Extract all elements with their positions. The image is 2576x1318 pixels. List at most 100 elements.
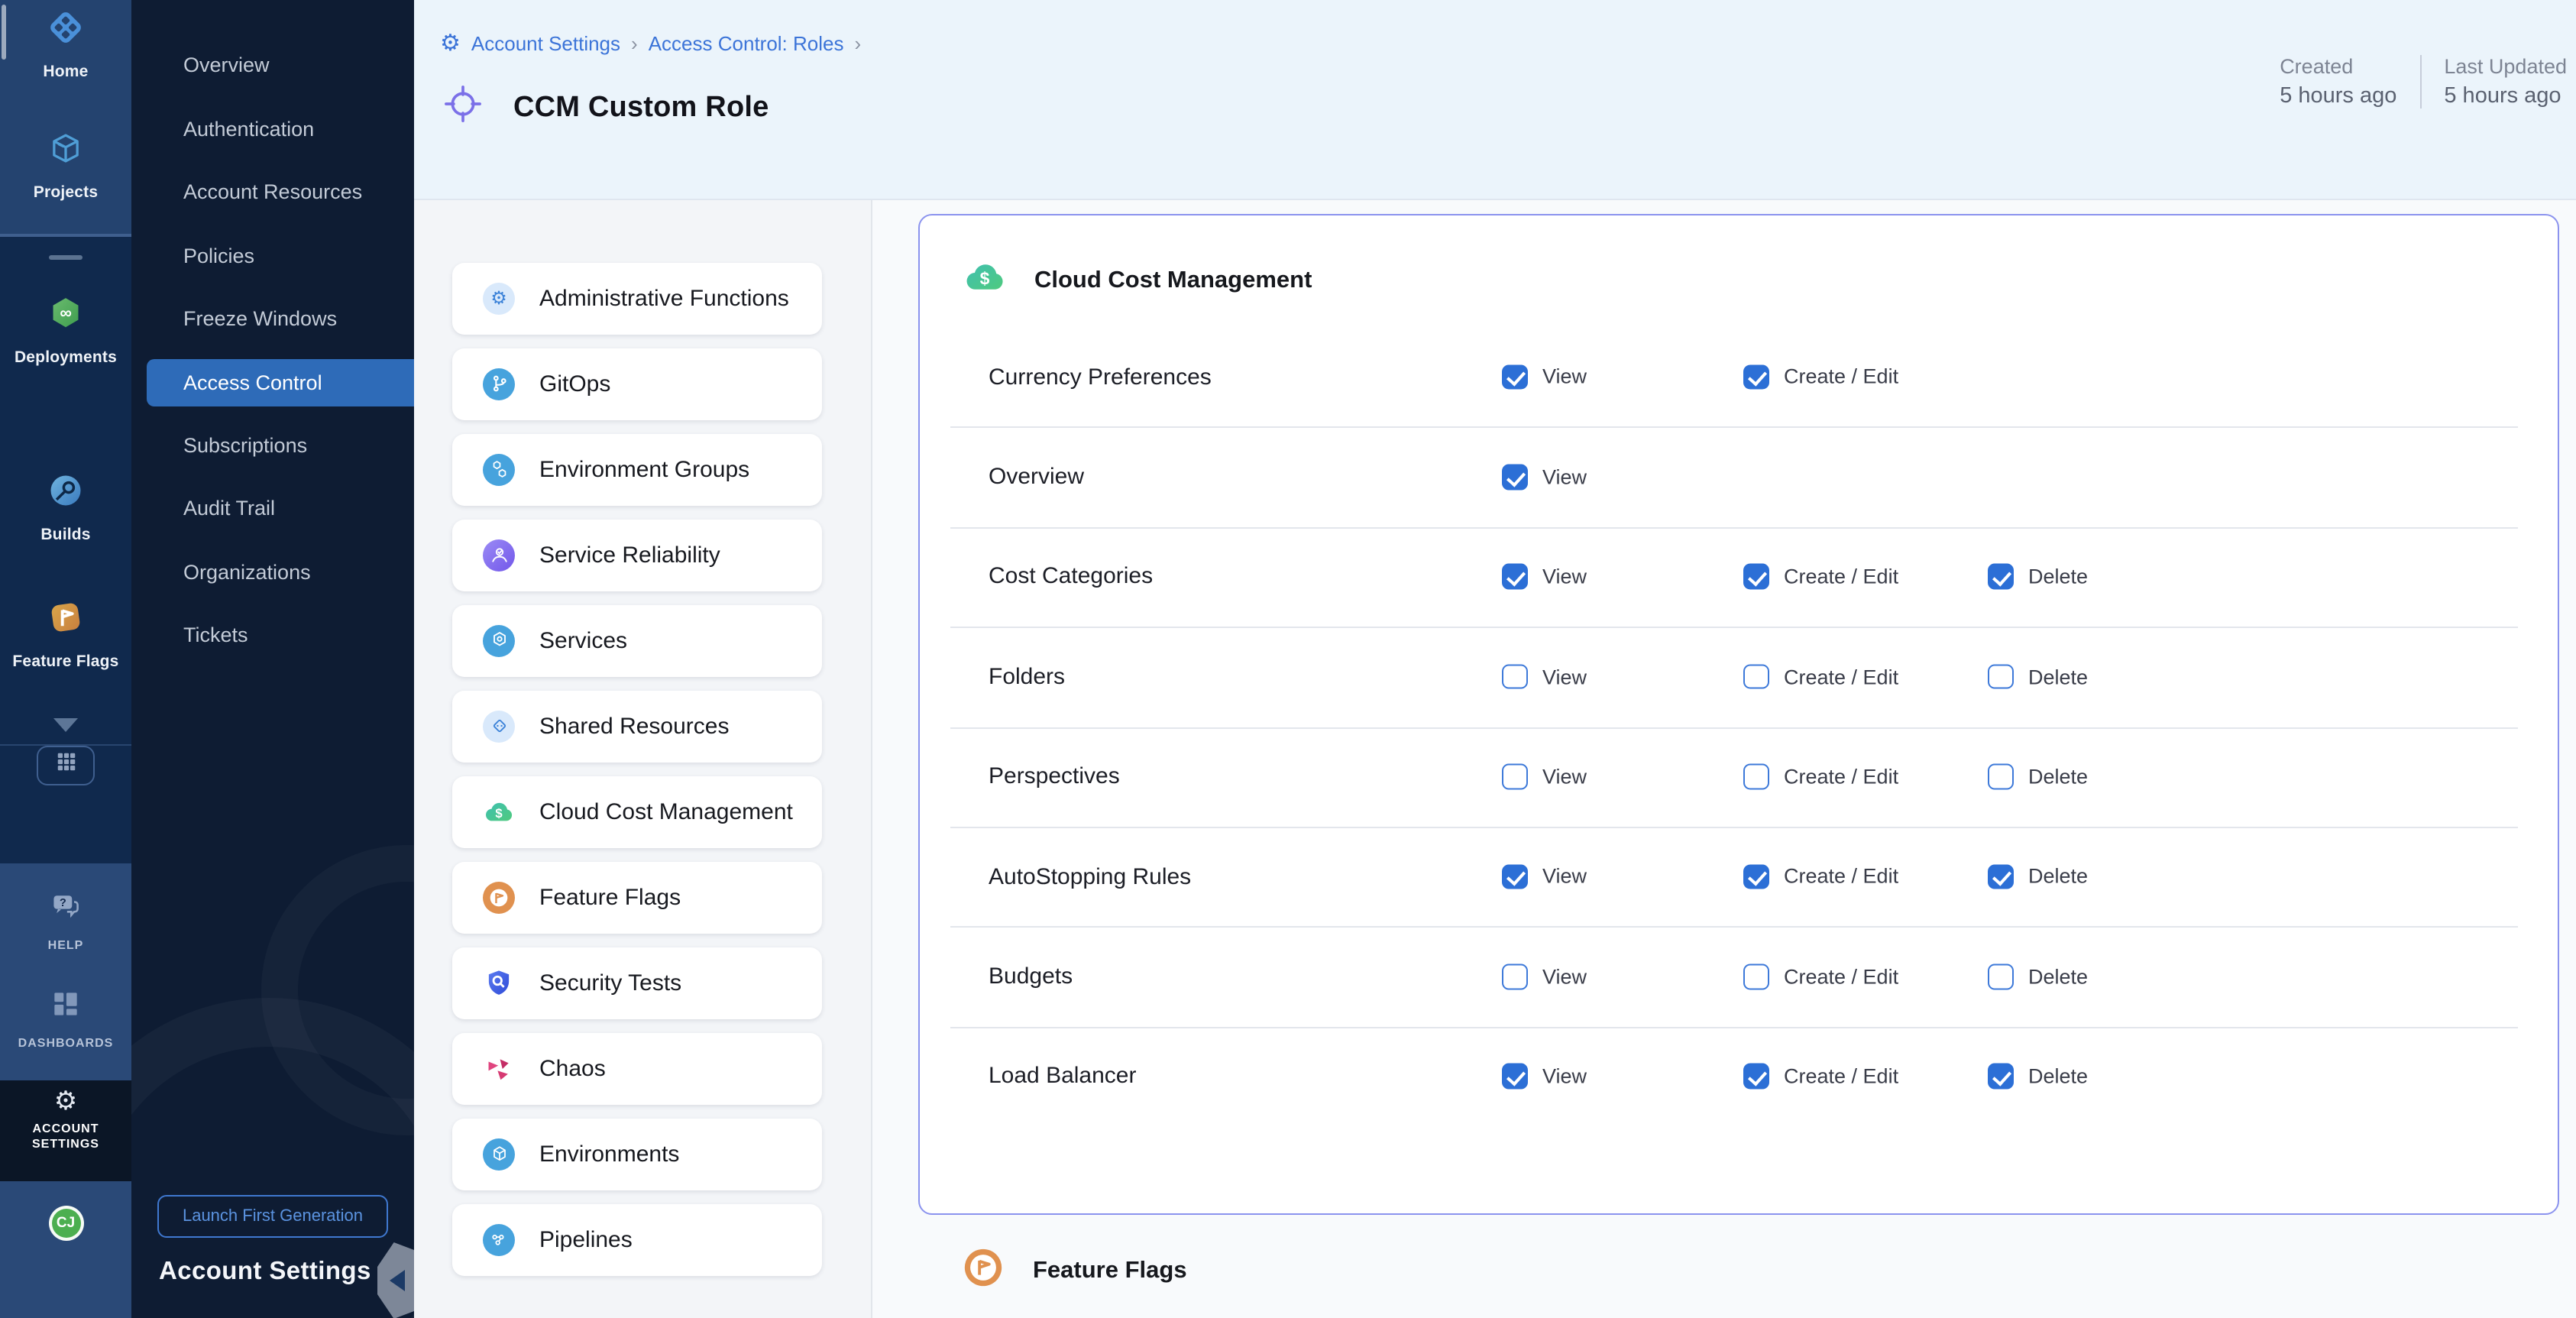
nav-item-tickets[interactable]: Tickets <box>131 604 414 667</box>
create-edit-permission[interactable]: Create / Edit <box>1743 764 1898 789</box>
delete-checkbox[interactable] <box>1988 564 2013 589</box>
create-edit-checkbox[interactable] <box>1743 564 1769 589</box>
view-permission[interactable]: View <box>1502 564 1587 589</box>
create-edit-checkbox[interactable] <box>1743 364 1769 390</box>
delete-permission[interactable]: Delete <box>1988 764 2088 789</box>
sidebar-item-projects[interactable]: Projects <box>0 128 131 202</box>
sidebar-item-deployments[interactable]: ∞ Deployments <box>0 293 131 367</box>
sidebar-item-dashboards[interactable]: DASHBOARDS <box>0 987 131 1052</box>
role-target-icon <box>443 84 483 131</box>
category-service-reliability[interactable]: Service Reliability <box>452 519 822 591</box>
settings-nav-title: Account Settings <box>159 1258 371 1287</box>
create-edit-checkbox[interactable] <box>1743 664 1769 689</box>
settings-gear-icon: ⚙ <box>440 32 461 55</box>
view-permission[interactable]: View <box>1502 1064 1587 1089</box>
sidebar-item-builds[interactable]: Builds <box>0 471 131 544</box>
create-edit-permission[interactable]: Create / Edit <box>1743 364 1898 390</box>
view-checkbox[interactable] <box>1502 465 1527 490</box>
create-edit-checkbox[interactable] <box>1743 764 1769 789</box>
delete-permission[interactable]: Delete <box>1988 964 2088 989</box>
nav-item-account-resources[interactable]: Account Resources <box>131 160 414 224</box>
view-permission[interactable]: View <box>1502 964 1587 989</box>
category-environment-groups[interactable]: Environment Groups <box>452 433 822 506</box>
view-permission[interactable]: View <box>1502 364 1587 390</box>
breadcrumb-account-settings[interactable]: Account Settings <box>471 32 620 55</box>
category-services[interactable]: Services <box>452 604 822 677</box>
sidebar-item-account-settings[interactable]: ⚙ ACCOUNT SETTINGS <box>0 1088 131 1154</box>
view-checkbox[interactable] <box>1502 964 1527 989</box>
category-label: Administrative Functions <box>539 286 789 312</box>
create-edit-permission[interactable]: Create / Edit <box>1743 864 1898 889</box>
checkbox-label: View <box>1542 665 1587 688</box>
view-checkbox[interactable] <box>1502 564 1527 589</box>
view-permission[interactable]: View <box>1502 664 1587 689</box>
sidebar-item-home[interactable]: Home <box>0 8 131 81</box>
nav-item-authentication[interactable]: Authentication <box>131 97 414 160</box>
delete-checkbox[interactable] <box>1988 1064 2013 1089</box>
delete-checkbox[interactable] <box>1988 764 2013 789</box>
harness-app: Home Projects ∞ Deployments Builds <box>0 0 2576 1318</box>
delete-permission[interactable]: Delete <box>1988 664 2088 689</box>
page-header: ⚙ Account Settings › Access Control: Rol… <box>414 0 2576 200</box>
chevron-down-icon[interactable] <box>53 718 78 732</box>
checkbox-label: Delete <box>2028 865 2088 888</box>
category-feature-flags[interactable]: Feature Flags <box>452 861 822 934</box>
category-chaos[interactable]: Chaos <box>452 1032 822 1105</box>
harness-logo-icon <box>46 8 86 55</box>
nav-item-audit-trail[interactable]: Audit Trail <box>131 477 414 540</box>
view-permission[interactable]: View <box>1502 864 1587 889</box>
view-checkbox[interactable] <box>1502 864 1527 889</box>
nav-item-organizations[interactable]: Organizations <box>131 540 414 604</box>
sidebar-item-help[interactable]: ? HELP <box>0 889 131 954</box>
checkbox-label: View <box>1542 965 1587 988</box>
category-administrative-functions[interactable]: ⚙ Administrative Functions <box>452 262 822 335</box>
nav-item-access-control[interactable]: Access Control <box>147 358 414 406</box>
sidebar-section-dash <box>49 255 83 260</box>
nav-item-overview[interactable]: Overview <box>131 34 414 97</box>
delete-permission[interactable]: Delete <box>1988 864 2088 889</box>
collapse-nav-arrow-icon[interactable] <box>390 1270 405 1291</box>
view-permission[interactable]: View <box>1502 764 1587 789</box>
category-security-tests[interactable]: Security Tests <box>452 947 822 1019</box>
category-environments[interactable]: Environments <box>452 1118 822 1190</box>
cloud-cost-management-panel: $ Cloud Cost Management Currency Prefere… <box>918 214 2559 1215</box>
delete-checkbox[interactable] <box>1988 664 2013 689</box>
checkbox-label: View <box>1542 565 1587 588</box>
nav-item-subscriptions[interactable]: Subscriptions <box>131 413 414 477</box>
sidebar-item-label: Feature Flags <box>12 653 118 671</box>
checkbox-label: View <box>1542 865 1587 888</box>
create-edit-permission[interactable]: Create / Edit <box>1743 964 1898 989</box>
nav-item-policies[interactable]: Policies <box>131 224 414 287</box>
launch-first-generation-button[interactable]: Launch First Generation <box>157 1195 388 1238</box>
sidebar-item-label: DASHBOARDS <box>18 1036 114 1052</box>
create-edit-permission[interactable]: Create / Edit <box>1743 1064 1898 1089</box>
nav-item-freeze-windows[interactable]: Freeze Windows <box>131 287 414 351</box>
breadcrumb-access-control-roles[interactable]: Access Control: Roles <box>649 32 844 55</box>
permission-row-cost-categories: Cost Categories View Create / Edit Delet… <box>920 527 2558 627</box>
delete-checkbox[interactable] <box>1988 964 2013 989</box>
category-pipelines[interactable]: Pipelines <box>452 1203 822 1276</box>
create-edit-checkbox[interactable] <box>1743 964 1769 989</box>
view-checkbox[interactable] <box>1502 364 1527 390</box>
create-edit-checkbox[interactable] <box>1743 1064 1769 1089</box>
sidebar-item-feature-flags[interactable]: Feature Flags <box>0 597 131 671</box>
category-gitops[interactable]: GitOps <box>452 348 822 420</box>
diamond-icon <box>483 711 515 743</box>
checkbox-label: Create / Edit <box>1784 365 1898 388</box>
delete-checkbox[interactable] <box>1988 864 2013 889</box>
category-cloud-cost-management[interactable]: $ Cloud Cost Management <box>452 776 822 848</box>
category-label: Pipelines <box>539 1227 633 1253</box>
view-checkbox[interactable] <box>1502 764 1527 789</box>
view-checkbox[interactable] <box>1502 664 1527 689</box>
delete-permission[interactable]: Delete <box>1988 1064 2088 1089</box>
module-picker-button[interactable] <box>37 746 95 785</box>
create-edit-permission[interactable]: Create / Edit <box>1743 564 1898 589</box>
category-shared-resources[interactable]: Shared Resources <box>452 690 822 763</box>
delete-permission[interactable]: Delete <box>1988 564 2088 589</box>
user-avatar[interactable]: CJ <box>48 1206 83 1241</box>
create-edit-checkbox[interactable] <box>1743 864 1769 889</box>
checkbox-label: View <box>1542 1065 1587 1088</box>
create-edit-permission[interactable]: Create / Edit <box>1743 664 1898 689</box>
view-checkbox[interactable] <box>1502 1064 1527 1089</box>
view-permission[interactable]: View <box>1502 465 1587 490</box>
